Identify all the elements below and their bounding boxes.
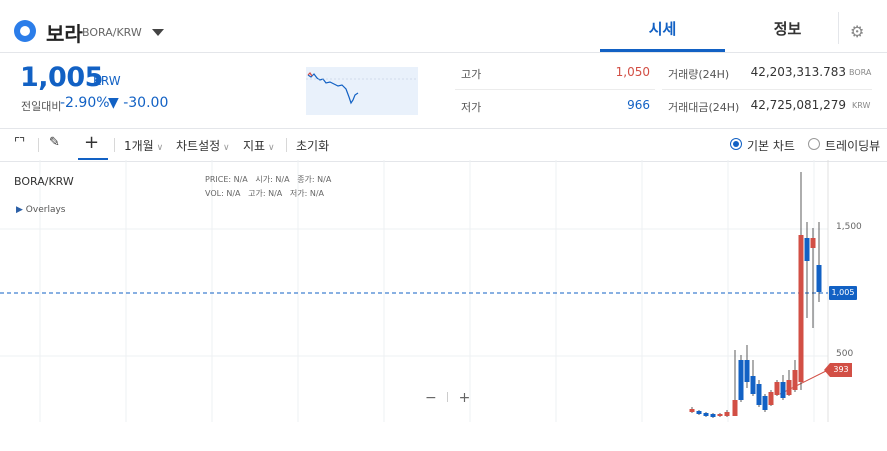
coin-name[interactable]: 보라 [46,18,83,47]
tab-price[interactable]: 시세 [600,16,725,52]
indicators-dropdown[interactable]: 지표 ∨ [243,137,275,154]
candle-body [810,238,816,248]
high-label: 고가 [461,68,482,81]
ohlc-row-2: VOL: N/A 고가: N/A 저가: N/A [205,189,325,198]
zoom-controls: − + [425,390,470,406]
chart-canvas[interactable] [0,160,887,422]
candle-body [756,384,762,405]
candle-body [724,412,730,416]
fullscreen-icon[interactable]: ⌜⌝ [14,136,25,151]
divider [447,392,449,402]
pencil-icon[interactable]: ✎ [49,135,60,150]
caret-down-icon[interactable] [152,29,164,36]
candle-body [717,414,723,416]
coin-header: 보라 BORA/KRW 시세 정보 ⚙ [0,0,887,53]
divider [662,89,872,90]
current-price-tag: 1,005 [829,286,857,300]
high-value: 1,050 [615,65,650,79]
chart-settings-dropdown[interactable]: 차트설정 ∨ [176,137,230,154]
candle-body [738,360,744,400]
candle-body [798,235,804,382]
chart-toolbar: ⌜⌝ ✎ + 1개월 ∨ 차트설정 ∨ 지표 ∨ 초기화 기본 차트 트레이딩뷰 [0,128,887,162]
zoom-out-button[interactable]: − [425,390,437,406]
basic-chart-radio[interactable] [730,138,742,150]
tradingview-radio[interactable] [808,138,820,150]
change-amount: ▼ -30.00 [108,95,169,111]
tab-info[interactable]: 정보 [725,16,850,49]
basic-chart-label[interactable]: 기본 차트 [747,137,795,154]
coin-pair[interactable]: BORA/KRW [82,26,142,39]
candle-body [762,396,768,410]
bora-logo-icon [14,20,36,42]
divider [38,138,39,152]
crosshair-icon[interactable]: + [84,132,99,153]
zoom-in-button[interactable]: + [459,390,471,406]
candle-body [768,392,774,405]
gear-icon[interactable]: ⚙ [850,22,864,41]
volume-label: 거래량(24H) [668,68,730,81]
candle-body [804,238,810,261]
candle-body [696,411,702,414]
candle-body [786,380,792,395]
y-tick-500: 500 [836,349,854,359]
candle-body [774,382,780,395]
current-price: 1,005 [20,62,103,93]
low-price-tag: 393 [830,363,852,377]
volume-value: 42,203,313.783 [750,65,846,79]
amount-value: 42,725,081,279 [750,98,846,112]
divider [114,138,115,152]
overlays-toggle[interactable]: ▶ Overlays [16,205,65,215]
candle-body [703,413,709,416]
candlestick-chart[interactable]: BORA/KRW ▶ Overlays PRICE: N/A 시가: N/A 종… [0,160,887,422]
divider [286,138,287,152]
divider [838,12,839,44]
change-percent: -2.90% [60,95,110,111]
candle-body [792,370,798,390]
ohlc-row-1: PRICE: N/A 시가: N/A 종가: N/A [205,175,332,184]
mini-price-chart [306,67,418,115]
candle-body [744,360,750,382]
change-label: 전일대비 [21,100,62,113]
reset-button[interactable]: 초기화 [296,137,329,154]
candle-body [780,382,786,398]
low-value: 966 [627,98,650,112]
divider [455,89,655,90]
price-unit: KRW [93,74,121,88]
tradingview-label[interactable]: 트레이딩뷰 [825,137,880,154]
volume-unit: BORA [849,68,872,77]
amount-unit: KRW [852,101,871,110]
candle-body [732,400,738,416]
amount-label: 거래대금(24H) [668,101,740,114]
candle-body [816,265,822,292]
candle-body [710,414,716,417]
low-label: 저가 [461,101,482,114]
period-dropdown[interactable]: 1개월 ∨ [124,137,163,154]
y-tick-1500: 1,500 [836,222,862,232]
chart-pair-label: BORA/KRW [14,175,74,188]
candle-body [689,409,695,412]
candle-body [750,376,756,394]
